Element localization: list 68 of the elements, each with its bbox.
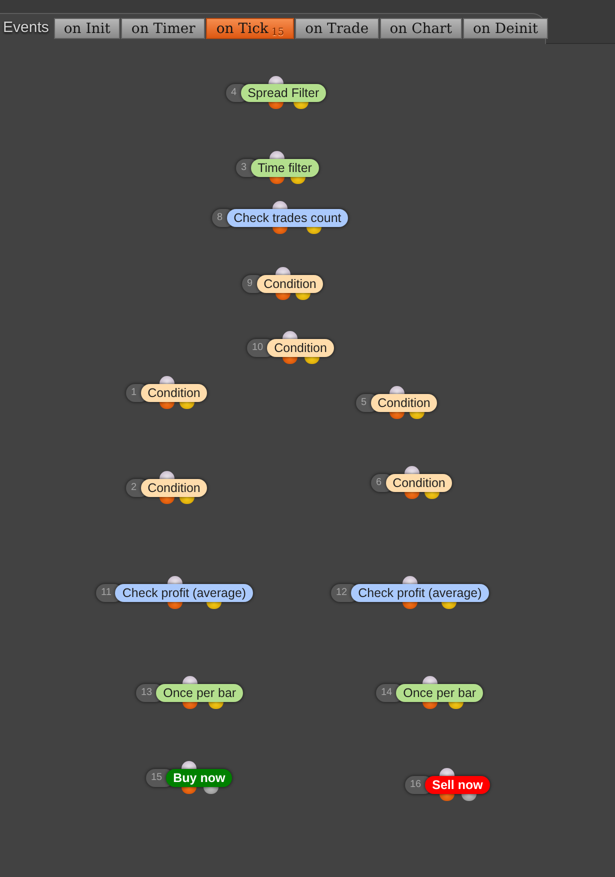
output-port-icon[interactable] [440, 794, 455, 801]
output-port-icon[interactable] [442, 602, 457, 609]
node-label[interactable]: Condition [386, 474, 452, 492]
node-label[interactable]: Buy now [166, 769, 232, 787]
output-port-icon[interactable] [282, 357, 298, 364]
event-tab[interactable]: on Trade [295, 18, 379, 39]
output-port-icon[interactable] [275, 293, 290, 300]
output-port-icon[interactable] [182, 702, 198, 709]
node-label[interactable]: Sell now [425, 776, 490, 794]
output-port-icon[interactable] [268, 102, 284, 109]
node-label[interactable]: Once per bar [156, 684, 244, 702]
output-port-icon[interactable] [461, 794, 476, 801]
input-port-icon[interactable] [167, 576, 182, 584]
output-port-icon[interactable] [203, 787, 218, 794]
node-label[interactable]: Check trades count [226, 209, 348, 227]
event-tab[interactable]: on Tick 15 [206, 18, 294, 39]
output-port-icon[interactable] [404, 492, 420, 499]
output-port-icon[interactable] [424, 492, 440, 499]
input-port-icon[interactable] [402, 576, 418, 584]
node-label[interactable]: Condition [140, 479, 208, 497]
output-port-icon[interactable] [306, 227, 322, 234]
input-port-icon[interactable] [422, 676, 438, 684]
node-label[interactable]: Time filter [250, 159, 319, 177]
node-label[interactable]: Condition [256, 275, 324, 293]
output-port-icon[interactable] [159, 497, 174, 504]
node-label[interactable]: Spread Filter [240, 84, 326, 102]
event-tab[interactable]: on Deinit [462, 18, 548, 39]
output-port-icon[interactable] [304, 357, 320, 364]
output-port-icon[interactable] [402, 602, 418, 609]
node-label[interactable]: Condition [140, 384, 208, 402]
node-label[interactable]: Condition [267, 339, 334, 357]
input-port-icon[interactable] [282, 331, 298, 339]
event-tab[interactable]: on Chart [380, 18, 462, 39]
node-label[interactable]: Condition [370, 394, 438, 412]
input-port-icon[interactable] [159, 471, 174, 479]
node-label[interactable]: Once per bar [396, 684, 484, 702]
output-port-icon[interactable] [294, 102, 309, 109]
output-port-icon[interactable] [270, 177, 285, 184]
output-port-icon[interactable] [206, 602, 222, 609]
input-port-icon[interactable] [440, 768, 455, 776]
input-port-icon[interactable] [182, 761, 197, 769]
input-port-icon[interactable] [404, 466, 420, 474]
output-port-icon[interactable] [208, 702, 224, 709]
input-port-icon[interactable] [182, 676, 198, 684]
output-port-icon[interactable] [290, 177, 306, 184]
output-port-icon[interactable] [410, 412, 425, 419]
output-port-icon[interactable] [422, 702, 438, 709]
input-port-icon[interactable] [268, 76, 284, 84]
output-port-icon[interactable] [182, 787, 197, 794]
node-label[interactable]: Check profit (average) [115, 584, 254, 602]
output-port-icon[interactable] [448, 702, 464, 709]
event-tab[interactable]: on Timer [121, 18, 206, 39]
input-port-icon[interactable] [272, 201, 288, 209]
input-port-icon[interactable] [270, 151, 285, 159]
node-label[interactable]: Check profit (average) [351, 584, 489, 602]
events-label: Events [3, 18, 49, 38]
event-tab[interactable]: on Init [54, 18, 120, 39]
output-port-icon[interactable] [159, 402, 174, 409]
output-port-icon[interactable] [180, 497, 195, 504]
output-port-icon[interactable] [296, 293, 311, 300]
input-port-icon[interactable] [275, 267, 290, 275]
tab-counter: 15 [271, 28, 284, 38]
input-port-icon[interactable] [389, 386, 404, 394]
output-port-icon[interactable] [167, 602, 182, 609]
output-port-icon[interactable] [272, 227, 288, 234]
output-port-icon[interactable] [180, 402, 195, 409]
output-port-icon[interactable] [389, 412, 404, 419]
input-port-icon[interactable] [159, 376, 174, 384]
